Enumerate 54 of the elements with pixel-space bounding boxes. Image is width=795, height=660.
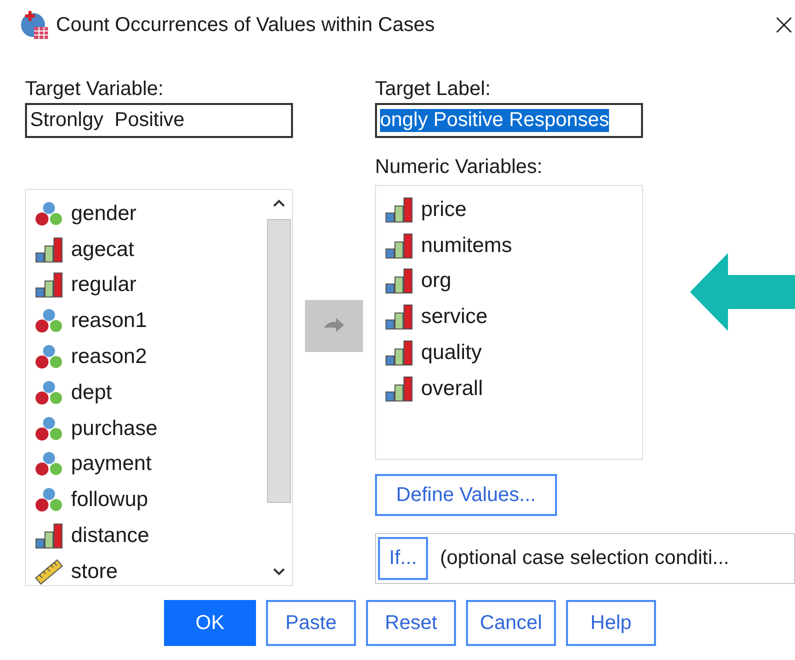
field-value: ongly Positive Responses <box>380 109 610 132</box>
bar-chart-icon <box>384 304 414 330</box>
bar-chart-icon <box>34 236 64 263</box>
list-item[interactable]: regular <box>26 268 266 304</box>
bar-chart-icon <box>34 272 64 298</box>
list-item[interactable]: dept <box>26 374 266 411</box>
define-values-button[interactable]: Define Values... <box>375 474 557 516</box>
list-item[interactable]: purchase <box>26 410 266 447</box>
scroll-thumb[interactable] <box>267 219 291 503</box>
arrow-left-icon <box>690 253 795 331</box>
list-item[interactable]: service <box>376 299 642 336</box>
list-item[interactable]: payment <box>26 446 266 482</box>
list-item[interactable]: overall <box>376 370 642 407</box>
list-item[interactable]: org <box>376 264 642 300</box>
bar-chart-icon <box>384 196 414 223</box>
dialog-button[interactable]: Paste <box>266 600 356 646</box>
field-label: Target Variable: <box>25 77 165 101</box>
list-item[interactable]: agecat <box>26 232 266 268</box>
list-item[interactable]: distance <box>26 518 266 554</box>
list-item[interactable]: numitems <box>376 228 642 264</box>
app-icon <box>20 10 50 40</box>
if-button[interactable]: If... <box>378 537 428 580</box>
list-label: Numeric Variables: <box>375 155 544 179</box>
nominal-variable-icon <box>34 416 64 442</box>
list-item[interactable]: followup <box>26 482 266 518</box>
condition-text: (optional case selection conditi... <box>440 547 730 570</box>
nominal-variable-icon <box>34 451 64 478</box>
dialog-button[interactable]: OK <box>164 600 256 646</box>
list-item[interactable]: gender <box>26 196 266 232</box>
bar-chart-icon <box>384 376 414 402</box>
bar-chart-icon <box>384 268 414 294</box>
input-field[interactable]: ongly Positive Responses <box>375 103 643 138</box>
bar-chart-icon <box>384 340 414 366</box>
dialog-button[interactable]: Cancel <box>466 600 556 646</box>
chevron-down-icon[interactable] <box>273 568 285 576</box>
list-item[interactable]: reason1 <box>26 303 266 340</box>
field-label: Target Label: <box>375 77 492 101</box>
dialog-button[interactable]: Help <box>566 600 656 646</box>
list-item[interactable]: reason2 <box>26 339 266 375</box>
nominal-variable-icon <box>34 380 64 406</box>
list-item[interactable]: quality <box>376 335 642 371</box>
close-icon[interactable] <box>775 16 793 34</box>
nominal-variable-icon <box>34 487 64 514</box>
list-item[interactable]: store <box>26 554 266 590</box>
chevron-up-icon[interactable] <box>273 199 285 207</box>
bar-chart-icon <box>34 523 64 550</box>
list-item[interactable]: price <box>376 192 642 228</box>
window-title: Count Occurrences of Values within Cases <box>56 14 435 36</box>
nominal-variable-icon <box>34 308 64 334</box>
nominal-variable-icon <box>34 200 64 227</box>
dialog-button[interactable]: Reset <box>366 600 456 646</box>
input-field[interactable]: Stronlgy Positive <box>25 103 293 138</box>
bar-chart-icon <box>384 232 414 259</box>
nominal-variable-icon <box>34 344 64 370</box>
